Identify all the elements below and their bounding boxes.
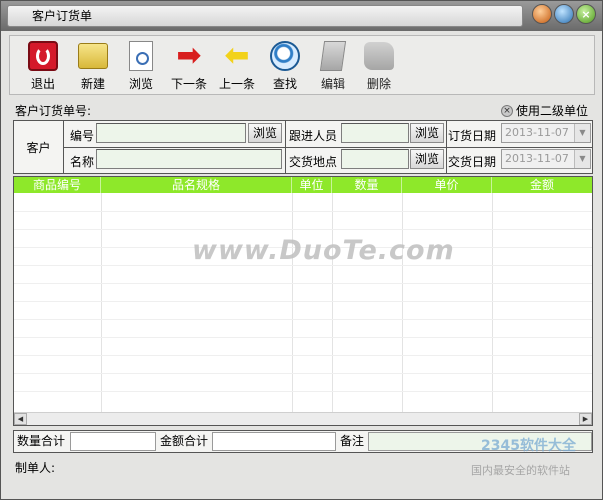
browse-label: 浏览 bbox=[128, 77, 153, 91]
order-number-label: 客户订货单号: bbox=[15, 104, 92, 118]
prev-label: 上一条 bbox=[218, 77, 255, 91]
delete-button[interactable]: 删除 bbox=[356, 40, 402, 94]
close-button[interactable]: × bbox=[576, 4, 596, 24]
delivery-date-value: 2013-11-07 bbox=[505, 152, 569, 165]
new-label: 新建 bbox=[80, 77, 105, 91]
customer-panel: 客户 编号 浏览 名称 跟进人员 浏览 交货地点 浏览 订货日期 2013-11… bbox=[13, 120, 593, 174]
arrow-right-icon: ➡ bbox=[176, 38, 202, 73]
delivery-place-browse-button[interactable]: 浏览 bbox=[410, 149, 444, 169]
title-bar[interactable]: 客户订货单 × bbox=[1, 1, 602, 31]
site-watermark: www.DuoTe.com bbox=[192, 235, 455, 266]
edit-button[interactable]: 编辑 bbox=[310, 40, 356, 94]
document-search-icon bbox=[129, 41, 153, 71]
brand-watermark-slogan: 国内最安全的软件站 bbox=[471, 464, 570, 477]
remark-label: 备注 bbox=[340, 434, 365, 448]
col-spec[interactable]: 品名规格 bbox=[101, 177, 292, 193]
order-date-picker[interactable]: 2013-11-07 ▼ bbox=[501, 123, 591, 143]
delivery-place-input[interactable] bbox=[341, 149, 409, 169]
edit-icon bbox=[319, 41, 347, 71]
code-input[interactable] bbox=[96, 123, 246, 143]
browse-button[interactable]: 浏览 bbox=[118, 40, 164, 94]
col-unit[interactable]: 单位 bbox=[292, 177, 332, 193]
folder-icon bbox=[78, 43, 108, 69]
magnifier-icon bbox=[270, 41, 300, 71]
dropdown-arrow-icon[interactable]: ▼ bbox=[574, 150, 590, 168]
amount-total-field[interactable] bbox=[212, 432, 336, 451]
minimize-button[interactable] bbox=[532, 4, 552, 24]
delete-label: 删除 bbox=[366, 77, 391, 91]
name-label: 名称 bbox=[70, 155, 95, 169]
col-amount[interactable]: 金额 bbox=[492, 177, 592, 193]
code-label: 编号 bbox=[70, 129, 95, 143]
table-header: 商品编号 品名规格 单位 数量 单价 金额 bbox=[14, 177, 592, 193]
brand-watermark-title: 2345软件大全 bbox=[481, 438, 576, 454]
next-label: 下一条 bbox=[170, 77, 207, 91]
qty-total-label: 数量合计 bbox=[17, 434, 66, 448]
eraser-icon bbox=[364, 42, 394, 70]
second-unit-toggle[interactable]: × 使用二级单位 bbox=[501, 102, 588, 119]
new-button[interactable]: 新建 bbox=[70, 40, 116, 94]
edit-label: 编辑 bbox=[320, 77, 345, 91]
delivery-date-picker[interactable]: 2013-11-07 ▼ bbox=[501, 149, 591, 169]
amount-total-label: 金额合计 bbox=[160, 434, 209, 448]
order-date-label: 订货日期 bbox=[448, 129, 497, 143]
dropdown-arrow-icon[interactable]: ▼ bbox=[574, 124, 590, 142]
toolbar: 退出 新建 浏览 ➡ 下一条 ⬅ 上一条 查找 编辑 删除 bbox=[9, 35, 595, 95]
col-qty[interactable]: 数量 bbox=[332, 177, 402, 193]
follow-input[interactable] bbox=[341, 123, 409, 143]
scroll-left-icon[interactable]: ◀ bbox=[14, 413, 27, 425]
power-icon bbox=[28, 41, 58, 71]
brand-watermark: 2345软件大全 国内最安全的软件站 bbox=[467, 429, 601, 483]
exit-button[interactable]: 退出 bbox=[20, 40, 66, 94]
maximize-button[interactable] bbox=[554, 4, 574, 24]
follow-browse-button[interactable]: 浏览 bbox=[410, 123, 444, 143]
find-button[interactable]: 查找 bbox=[262, 40, 308, 94]
order-date-value: 2013-11-07 bbox=[505, 126, 569, 139]
customer-label: 客户 bbox=[14, 121, 64, 173]
col-price[interactable]: 单价 bbox=[402, 177, 492, 193]
prev-button[interactable]: ⬅ 上一条 bbox=[214, 40, 260, 94]
horizontal-scrollbar[interactable]: ◀ ▶ bbox=[14, 412, 592, 425]
delivery-place-label: 交货地点 bbox=[289, 155, 338, 169]
col-product-code[interactable]: 商品编号 bbox=[14, 177, 101, 193]
order-window: 客户订货单 × 退出 新建 浏览 ➡ 下一条 ⬅ 上一条 查找 编辑 删除 客户… bbox=[0, 0, 603, 500]
qty-total-field[interactable] bbox=[70, 432, 156, 451]
find-label: 查找 bbox=[272, 77, 297, 91]
code-browse-button[interactable]: 浏览 bbox=[248, 123, 282, 143]
name-input[interactable] bbox=[96, 149, 282, 169]
second-unit-label: 使用二级单位 bbox=[516, 104, 589, 118]
arrow-left-icon: ⬅ bbox=[224, 38, 250, 73]
next-button[interactable]: ➡ 下一条 bbox=[166, 40, 212, 94]
window-title: 客户订货单 bbox=[7, 5, 523, 27]
follow-label: 跟进人员 bbox=[289, 129, 338, 143]
creator-label: 制单人: bbox=[15, 461, 56, 475]
delivery-date-label: 交货日期 bbox=[448, 155, 497, 169]
radio-icon: × bbox=[501, 104, 513, 117]
order-items-table[interactable]: 商品编号 品名规格 单位 数量 单价 金额 www.DuoTe.com ◀ ▶ bbox=[13, 176, 593, 426]
scroll-right-icon[interactable]: ▶ bbox=[579, 413, 592, 425]
exit-label: 退出 bbox=[30, 77, 55, 91]
